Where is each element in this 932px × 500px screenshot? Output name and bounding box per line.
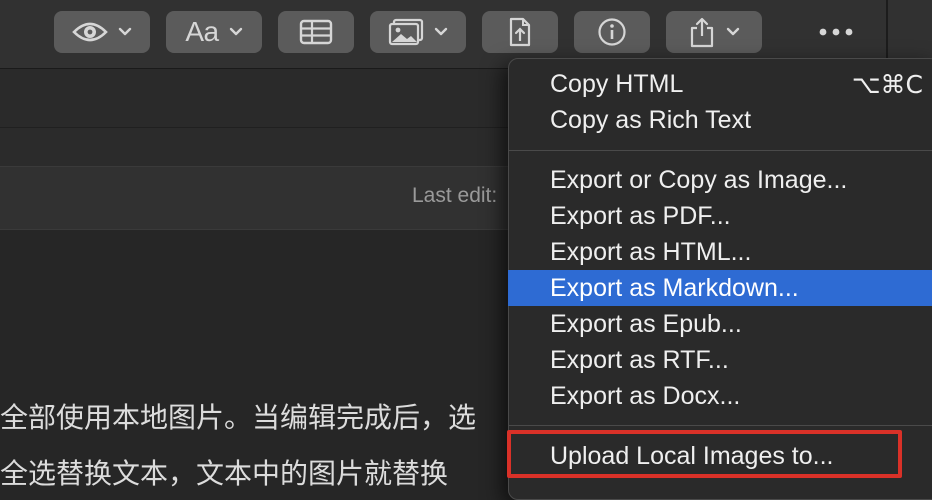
share-menu-button[interactable] bbox=[666, 11, 762, 53]
menu-item-export-markdown[interactable]: Export as Markdown... bbox=[508, 270, 932, 306]
menu-item-label: Copy as Rich Text bbox=[550, 105, 752, 134]
menu-item-export-docx[interactable]: Export as Docx... bbox=[509, 378, 932, 414]
font-style-button[interactable]: Aa bbox=[166, 11, 262, 53]
eye-icon bbox=[72, 22, 108, 42]
menu-item-label: Export as RTF... bbox=[550, 345, 729, 374]
font-style-label: Aa bbox=[185, 16, 219, 47]
menu-item-label: Upload Local Images to... bbox=[550, 441, 834, 470]
table-icon bbox=[299, 19, 333, 45]
export-file-button[interactable] bbox=[482, 11, 558, 53]
menu-item-export-pdf[interactable]: Export as PDF... bbox=[509, 198, 932, 234]
menu-item-upload-local-images[interactable]: Upload Local Images to... bbox=[509, 438, 932, 474]
menu-item-copy-html[interactable]: Copy HTML ⌥⌘C bbox=[509, 66, 932, 102]
insert-table-button[interactable] bbox=[278, 11, 354, 53]
view-mode-button[interactable] bbox=[54, 11, 150, 53]
ellipsis-icon bbox=[819, 28, 853, 36]
menu-item-label: Export as PDF... bbox=[550, 201, 731, 230]
chevron-down-icon bbox=[229, 27, 242, 36]
document-text-line[interactable]: 全选替换文本，文本中的图片就替换 bbox=[0, 452, 448, 492]
document-text-line[interactable]: 全部使用本地图片。当编辑完成后，选 bbox=[0, 396, 476, 436]
insert-image-button[interactable] bbox=[370, 11, 466, 53]
last-edit-label: Last edit: bbox=[412, 184, 498, 207]
chevron-down-icon bbox=[118, 27, 132, 36]
menu-item-export-rtf[interactable]: Export as RTF... bbox=[509, 342, 932, 378]
menu-item-label: Export as Docx... bbox=[550, 381, 741, 410]
menu-item-label: Export as Epub... bbox=[550, 309, 742, 338]
chevron-down-icon bbox=[726, 27, 740, 36]
menu-separator bbox=[509, 425, 932, 426]
more-options-button[interactable] bbox=[805, 11, 867, 53]
image-icon bbox=[388, 18, 424, 46]
menu-separator bbox=[509, 150, 932, 151]
menu-item-label: Export as HTML... bbox=[550, 237, 752, 266]
menu-item-copy-rich-text[interactable]: Copy as Rich Text bbox=[509, 102, 932, 138]
chevron-down-icon bbox=[434, 27, 448, 36]
menu-item-label: Export as Markdown... bbox=[550, 273, 799, 302]
menu-item-export-html[interactable]: Export as HTML... bbox=[509, 234, 932, 270]
export-file-icon bbox=[509, 17, 531, 47]
keyboard-shortcut: ⌥⌘C bbox=[851, 69, 923, 99]
info-button[interactable] bbox=[574, 11, 650, 53]
menu-item-label: Export or Copy as Image... bbox=[550, 165, 848, 194]
menu-item-export-epub[interactable]: Export as Epub... bbox=[509, 306, 932, 342]
menu-item-label: Copy HTML bbox=[550, 69, 684, 98]
info-icon bbox=[598, 18, 626, 46]
menu-item-export-image[interactable]: Export or Copy as Image... bbox=[509, 162, 932, 198]
share-dropdown-menu: Copy HTML ⌥⌘C Copy as Rich Text Export o… bbox=[508, 58, 932, 500]
share-icon bbox=[690, 17, 714, 48]
